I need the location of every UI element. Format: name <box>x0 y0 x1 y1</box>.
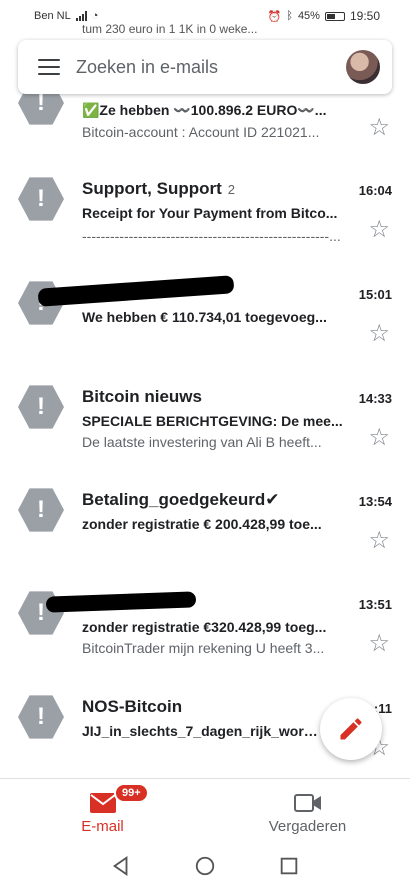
email-sender: Bitcoin nieuws <box>82 387 202 406</box>
battery-icon <box>324 11 345 21</box>
carrier-label: Ben NL <box>34 10 71 22</box>
email-subject: Receipt for Your Payment from Bitco... <box>82 205 338 221</box>
avatar[interactable] <box>346 50 380 84</box>
email-sender: Betaling_goedgekeurd✔ <box>82 490 280 509</box>
email-sender-name: Support, Support <box>82 179 222 198</box>
email-subject: JIJ_in_slechts_7_dagen_rijk_worden <box>82 723 322 739</box>
email-sender: NOS-Bitcoin <box>82 697 183 716</box>
signal-icon <box>75 11 87 21</box>
email-row[interactable]: ! Support, Support 2 16:04 Receipt for Yo… <box>0 176 410 280</box>
bluetooth-icon: ᛒ <box>286 10 293 22</box>
email-row[interactable]: ! Bitcoin nieuws 14:33 SPECIALE BERICHTG… <box>0 384 410 488</box>
pencil-icon <box>340 718 362 740</box>
search-bar[interactable]: Zoeken in e-mails <box>18 40 392 94</box>
video-camera-icon <box>293 794 321 812</box>
mail-icon <box>89 793 116 813</box>
tab-email[interactable]: 99+ E-mail <box>0 779 205 842</box>
wifi-icon: ◔ <box>91 10 99 22</box>
tab-meet[interactable]: Vergaderen <box>205 779 410 842</box>
clock: 19:50 <box>349 9 380 23</box>
email-row[interactable]: ! 15:01 We hebben € 110.734,01 toegevoeg… <box>0 275 410 384</box>
star-icon[interactable]: ☆ <box>368 322 390 346</box>
thread-count: 2 <box>227 182 235 197</box>
bottom-navigation: 99+ E-mail Vergaderen <box>0 778 410 842</box>
email-subject: zonder registratie €320.428,99 toeg... <box>82 619 327 635</box>
search-input[interactable]: Zoeken in e-mails <box>76 57 346 78</box>
hamburger-icon[interactable] <box>38 59 60 75</box>
email-snippet: BitcoinTrader mijn rekening U heeft 3... <box>82 640 325 656</box>
star-icon[interactable]: ☆ <box>368 426 390 450</box>
battery-percent: 45% <box>297 10 320 22</box>
email-date: 13:54 <box>358 494 392 509</box>
alert-icon[interactable]: ! <box>18 695 64 739</box>
redaction-mark <box>45 591 197 613</box>
email-row[interactable]: ! ✅Ze hebben 〰️100.896.2 EURO〰️... Bitco… <box>0 80 410 184</box>
star-icon[interactable]: ☆ <box>368 116 390 140</box>
email-date: 15:01 <box>358 287 392 302</box>
star-icon[interactable]: ☆ <box>368 218 390 242</box>
email-date: 13:51 <box>358 597 392 612</box>
email-snippet: De laatste investering van Ali B heeft..… <box>82 434 322 450</box>
email-row[interactable]: ! 13:51 zonder registratie €320.428,99 t… <box>0 590 410 694</box>
alert-icon[interactable]: ! <box>18 177 64 221</box>
tab-meet-label: Vergaderen <box>268 818 347 835</box>
email-date: 14:33 <box>358 391 392 406</box>
email-sender: Support, Support 2 <box>82 179 235 199</box>
email-row[interactable]: ! Betaling_goedgekeurd✔ 13:54 zonder reg… <box>0 487 410 591</box>
star-icon[interactable]: ☆ <box>368 529 390 553</box>
unread-badge: 99+ <box>114 783 149 803</box>
partial-email-snippet: tum 230 euro in 1 1K in 0 weke... <box>82 22 258 36</box>
email-subject: ✅Ze hebben 〰️100.896.2 EURO〰️... <box>82 102 327 118</box>
email-snippet: Bitcoin-account : Account ID 221021... <box>82 124 320 140</box>
back-icon[interactable] <box>110 855 132 877</box>
compose-button[interactable] <box>320 698 382 760</box>
email-snippet: ----------------------------------------… <box>82 228 341 244</box>
email-subject: We hebben € 110.734,01 toegevoeg... <box>82 309 327 325</box>
email-subject: zonder registratie € 200.428,99 toe... <box>82 516 322 532</box>
home-icon[interactable] <box>194 855 216 877</box>
email-subject: SPECIALE BERICHTGEVING: De mee... <box>82 413 343 429</box>
redaction-mark <box>37 275 235 307</box>
tab-email-label: E-mail <box>81 818 124 835</box>
alert-icon[interactable]: ! <box>18 488 64 532</box>
alarm-icon: ⏰ <box>267 10 282 23</box>
star-icon[interactable]: ☆ <box>368 632 390 656</box>
alert-icon[interactable]: ! <box>18 385 64 429</box>
email-date: 16:04 <box>358 183 392 198</box>
system-navigation <box>0 843 410 889</box>
recents-icon[interactable] <box>278 855 300 877</box>
